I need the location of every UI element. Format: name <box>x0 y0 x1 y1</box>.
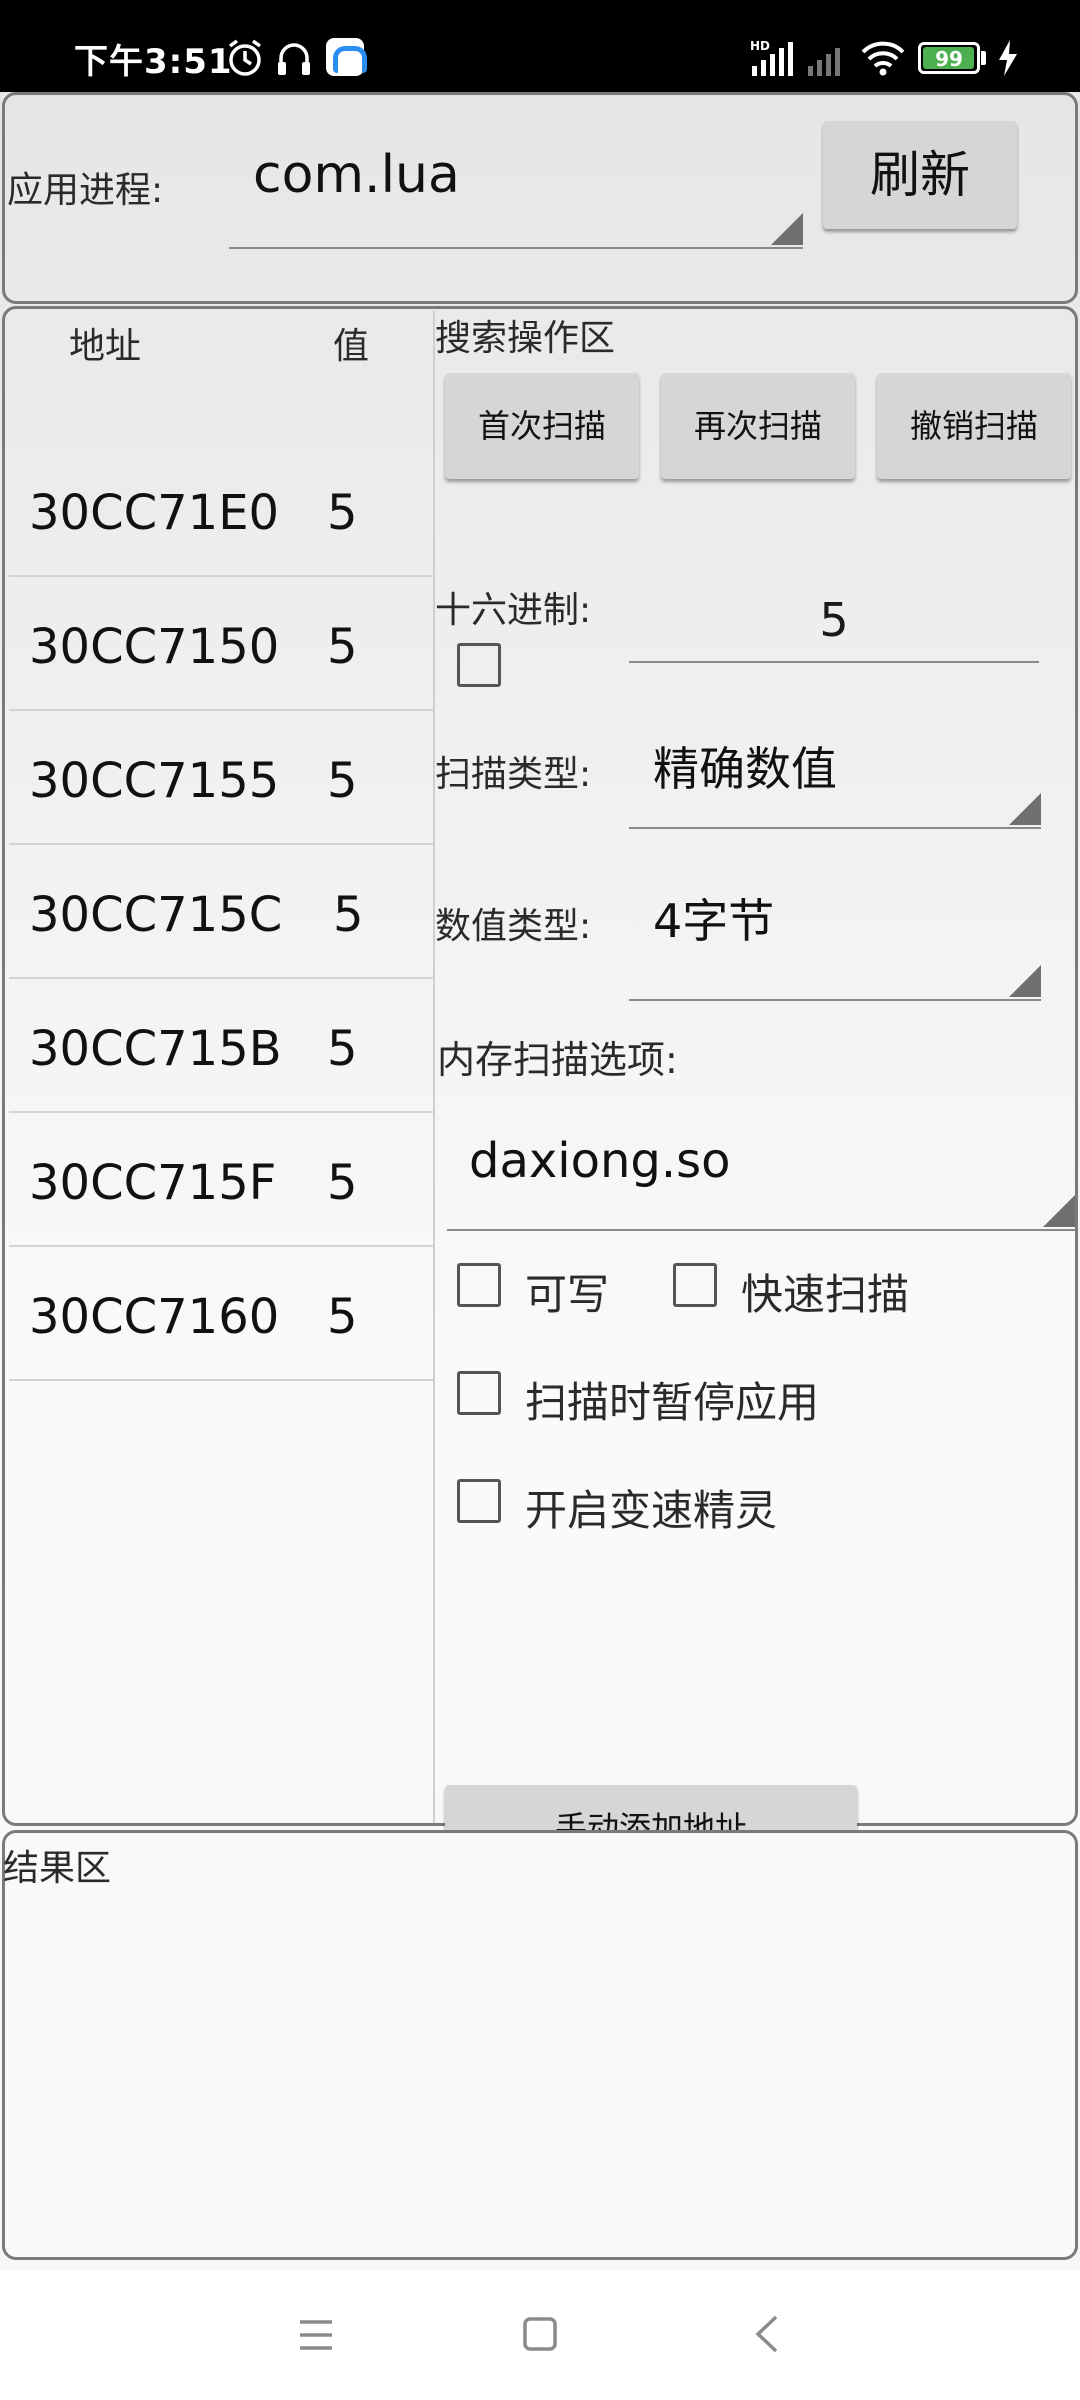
value-input[interactable]: 5 <box>629 589 1039 663</box>
address-list: 30CC71E0 5 30CC7150 5 30CC7155 5 30CC715… <box>9 443 433 1381</box>
list-item-value: 5 <box>327 1289 358 1345</box>
battery-icon: 99 <box>918 42 980 74</box>
pause-app-checkbox[interactable] <box>457 1371 501 1415</box>
pause-app-label: 扫描时暂停应用 <box>525 1378 820 1427</box>
process-panel: 应用进程: com.lua 刷新 <box>2 92 1078 304</box>
list-item-address: 30CC7150 <box>29 619 280 675</box>
list-item[interactable]: 30CC715F 5 <box>9 1113 433 1247</box>
process-value: com.lua <box>253 145 460 205</box>
dropdown-arrow-icon <box>1043 1195 1075 1227</box>
list-item-value: 5 <box>327 753 358 809</box>
list-item-value: 5 <box>327 1155 358 1211</box>
alarm-icon <box>228 39 262 76</box>
battery-level: 99 <box>935 47 963 71</box>
status-time: 下午3:51 <box>74 42 233 82</box>
hex-label: 十六进制: <box>435 590 592 631</box>
first-scan-button[interactable]: 首次扫描 <box>445 373 639 479</box>
list-item-address: 30CC715C <box>29 887 283 943</box>
value-type-value: 4字节 <box>653 894 775 948</box>
list-item[interactable]: 30CC71E0 5 <box>9 443 433 577</box>
navigation-bar <box>0 2270 1080 2400</box>
search-area-title: 搜索操作区 <box>435 318 616 359</box>
back-icon[interactable] <box>752 2314 782 2354</box>
process-dropdown[interactable]: com.lua <box>229 137 803 249</box>
next-scan-button[interactable]: 再次扫描 <box>661 373 855 479</box>
list-item-value: 5 <box>327 485 358 541</box>
app-window: 应用进程: com.lua 刷新 地址 值 30CC71E0 5 30CC715… <box>0 92 1080 2270</box>
dropdown-arrow-icon <box>1009 793 1041 825</box>
speed-hack-checkbox[interactable] <box>457 1479 501 1523</box>
main-panel: 地址 值 30CC71E0 5 30CC7150 5 30CC7155 5 30… <box>2 306 1078 1871</box>
column-divider <box>433 311 435 1823</box>
results-title: 结果区 <box>3 1848 112 1889</box>
process-label: 应用进程: <box>7 170 164 211</box>
list-item[interactable]: 30CC715B 5 <box>9 979 433 1113</box>
value-type-dropdown[interactable]: 4字节 <box>629 869 1041 1001</box>
dropdown-arrow-icon <box>771 213 803 245</box>
hex-checkbox[interactable] <box>457 643 501 687</box>
fast-scan-label: 快速扫描 <box>741 1270 910 1319</box>
svg-text:HD: HD <box>750 39 770 53</box>
scan-type-label: 扫描类型: <box>435 754 592 795</box>
signal-icon <box>808 48 840 76</box>
list-item-address: 30CC715F <box>29 1155 277 1211</box>
writable-label: 可写 <box>525 1270 610 1319</box>
list-item-address: 30CC71E0 <box>29 485 280 541</box>
list-item-value: 5 <box>333 887 364 943</box>
value-type-label: 数值类型: <box>435 906 592 947</box>
scan-type-value: 精确数值 <box>653 742 837 796</box>
list-item[interactable]: 30CC7160 5 <box>9 1247 433 1381</box>
scan-type-dropdown[interactable]: 精确数值 <box>629 719 1041 829</box>
wifi-icon <box>861 41 905 76</box>
speed-hack-label: 开启变速精灵 <box>525 1486 778 1535</box>
list-item-address: 30CC715B <box>29 1021 282 1077</box>
battery-tip <box>981 51 986 65</box>
list-item-value: 5 <box>327 619 358 675</box>
list-item-address: 30CC7160 <box>29 1289 280 1345</box>
list-header-address: 地址 <box>69 326 142 367</box>
refresh-button[interactable]: 刷新 <box>823 121 1017 229</box>
headset-icon <box>278 43 310 75</box>
undo-scan-button[interactable]: 撤销扫描 <box>877 373 1071 479</box>
memory-option-value: daxiong.so <box>469 1133 731 1189</box>
list-item[interactable]: 30CC715C 5 <box>9 845 433 979</box>
list-item[interactable]: 30CC7155 5 <box>9 711 433 845</box>
fast-scan-checkbox[interactable] <box>673 1263 717 1307</box>
home-icon[interactable] <box>522 2316 558 2352</box>
writable-checkbox[interactable] <box>457 1263 501 1307</box>
memory-options-label: 内存扫描选项: <box>437 1038 678 1082</box>
menu-icon[interactable] <box>298 2318 334 2352</box>
status-bar: 下午3:51 HD 99 <box>0 0 1080 92</box>
memory-option-dropdown[interactable]: daxiong.so <box>447 1109 1075 1231</box>
results-panel: 结果区 <box>2 1830 1078 2260</box>
dropdown-arrow-icon <box>1009 965 1041 997</box>
charging-icon <box>999 40 1017 76</box>
list-header-value: 值 <box>333 326 370 367</box>
app-notification-icon <box>326 38 367 76</box>
list-item-address: 30CC7155 <box>29 753 280 809</box>
list-item[interactable]: 30CC7150 5 <box>9 577 433 711</box>
list-item-value: 5 <box>327 1021 358 1077</box>
hd-signal-icon: HD <box>750 39 793 76</box>
